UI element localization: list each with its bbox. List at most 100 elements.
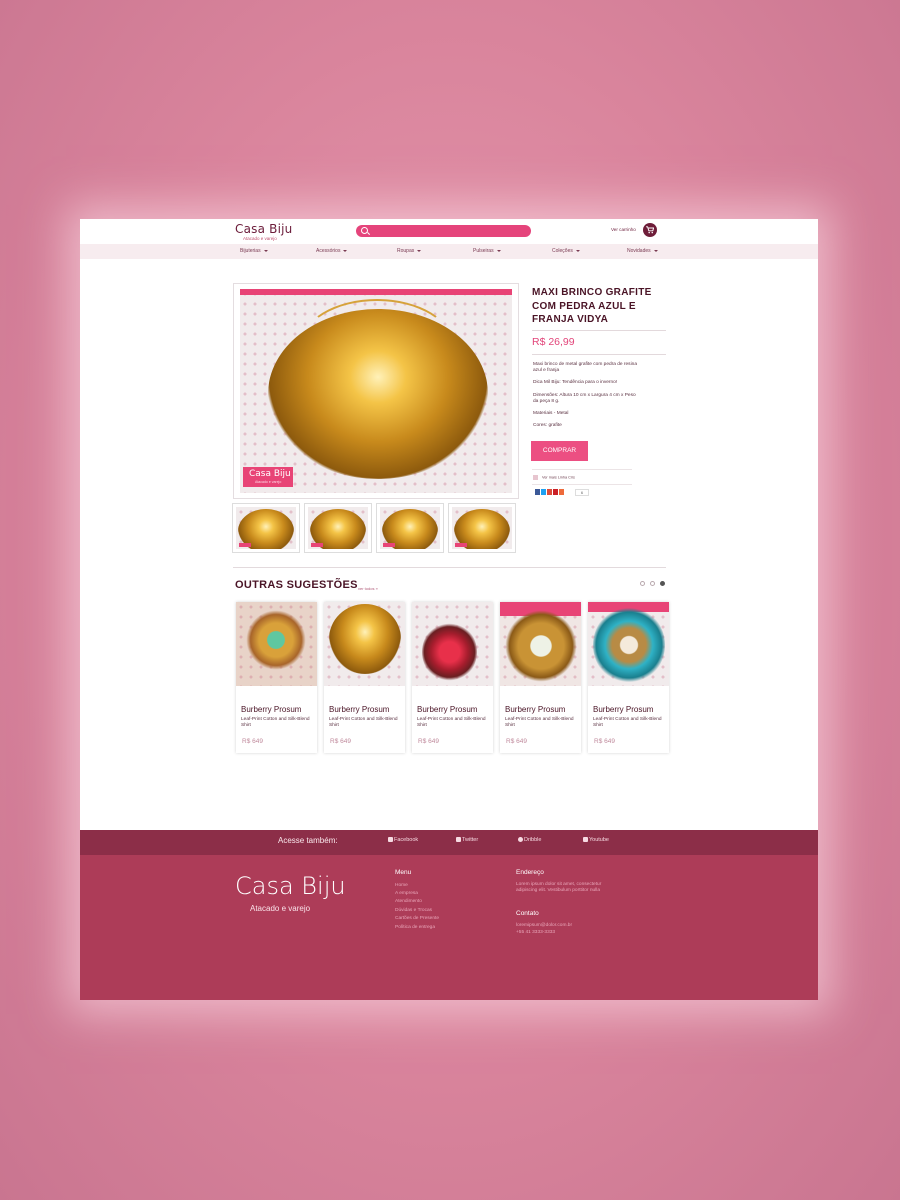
product-title: MAXI BRINCO GRAFITE COM PEDRA AZUL E FRA… <box>532 287 652 325</box>
nav-item-bijuterias[interactable]: Bijuterias <box>240 248 268 254</box>
thumbnail-4[interactable] <box>448 503 516 553</box>
product-card[interactable]: Burberry Prosum Leaf-Print Cotton and Si… <box>412 602 493 753</box>
footer-access-label: Acesse também: <box>278 836 338 845</box>
product-card-image <box>324 602 405 686</box>
product-card-price: R$ 649 <box>330 738 351 745</box>
product-card-desc: Leaf-Print Cotton and Silk-Blend Shirt <box>505 717 574 728</box>
product-thumbnails <box>232 503 518 553</box>
footer-address-title: Endereço <box>516 869 544 876</box>
product-description: Maxi brinco de metal grafite com pedra d… <box>533 362 637 373</box>
browser-page: Casa Biju Atacado e varejo Ver carrinho … <box>80 219 818 1000</box>
photo-watermark: Casa Biju Atacado e varejo <box>243 467 293 487</box>
footer-menu-duvidas[interactable]: Dúvidas e Trocas <box>395 908 432 914</box>
footer-contact-title: Contato <box>516 910 539 917</box>
more-share-icon[interactable] <box>559 489 564 495</box>
section-divider <box>233 567 666 568</box>
twitter-share-icon[interactable] <box>541 489 546 495</box>
facebook-icon <box>388 837 393 842</box>
product-card-desc: Leaf-Print Cotton and Silk-Blend Shirt <box>241 717 310 728</box>
product-card[interactable]: Burberry Prosum Leaf-Print Cotton and Si… <box>500 602 581 753</box>
collection-icon <box>533 475 538 480</box>
product-card-desc: Leaf-Print Cotton and Silk-Blend Shirt <box>593 717 662 728</box>
product-card[interactable]: Burberry Prosum Leaf-Print Cotton and Si… <box>236 602 317 753</box>
carousel-dot-1[interactable] <box>640 581 645 586</box>
buy-button[interactable]: COMPRAR <box>531 441 588 461</box>
footer-dribble-link[interactable]: Dribble <box>518 837 541 843</box>
product-card-name: Burberry Prosum <box>329 705 390 714</box>
suggestions-title: OUTRAS SUGESTÕES <box>235 579 358 591</box>
footer-social-bar: Acesse também: Facebook Twitter Dribble … <box>80 830 818 855</box>
footer-logo-tagline: Atacado e varejo <box>250 904 311 913</box>
site-logo[interactable]: Casa Biju <box>235 222 292 236</box>
see-all-link[interactable]: ver todos » <box>358 586 378 591</box>
footer-address: Lorem ipsum dolor sit amet, consectetur … <box>516 882 602 893</box>
product-card-price: R$ 649 <box>418 738 439 745</box>
site-header: Casa Biju Atacado e varejo Ver carrinho <box>80 219 818 244</box>
nav-item-novidades[interactable]: Novidades <box>627 248 658 254</box>
share-count: 6 <box>575 489 589 496</box>
main-nav: Bijuterias Acessórios Roupas Pulseiras C… <box>80 244 818 259</box>
product-card-image <box>588 602 669 686</box>
product-card-image <box>500 602 581 686</box>
product-card-image <box>236 602 317 686</box>
search-icon <box>361 227 368 234</box>
divider <box>532 469 632 470</box>
thumbnail-1[interactable] <box>232 503 300 553</box>
product-colors: Cores: grafite <box>533 423 562 428</box>
footer-menu-empresa[interactable]: A empresa <box>395 891 418 897</box>
cart-button[interactable] <box>643 223 657 237</box>
product-card[interactable]: Burberry Prosum Leaf-Print Cotton and Si… <box>324 602 405 753</box>
product-price: R$ 26,99 <box>532 336 575 348</box>
product-materials: Materiais - Metal <box>533 411 569 416</box>
product-photo <box>240 289 512 493</box>
thumbnail-2[interactable] <box>304 503 372 553</box>
nav-item-colecoes[interactable]: Coleções <box>552 248 580 254</box>
product-card-desc: Leaf-Print Cotton and Silk-Blend Shirt <box>329 717 398 728</box>
nav-item-roupas[interactable]: Roupas <box>397 248 421 254</box>
product-card-name: Burberry Prosum <box>505 705 566 714</box>
product-tip: Dica Mil Biju: Tendência para o inverno! <box>533 380 618 385</box>
nav-item-acessorios[interactable]: Acessórios <box>316 248 347 254</box>
site-logo-tagline: Atacado e varejo <box>243 236 277 241</box>
product-main-image[interactable]: Casa Biju Atacado e varejo <box>233 283 519 499</box>
product-card-price: R$ 649 <box>594 738 615 745</box>
facebook-share-icon[interactable] <box>535 489 540 495</box>
footer-phone: +55 41 3333-3333 <box>516 930 556 935</box>
product-card-price: R$ 649 <box>242 738 263 745</box>
carousel-dot-2[interactable] <box>650 581 655 586</box>
product-card-image <box>412 602 493 686</box>
cart-link[interactable]: Ver carrinho <box>611 227 636 232</box>
nav-item-pulseiras[interactable]: Pulseiras <box>473 248 501 254</box>
search-input[interactable] <box>356 225 531 237</box>
cart-icon <box>646 226 654 234</box>
product-dimensions: Dimensões: Altura 10 cm x Largura 4 cm x… <box>533 393 636 404</box>
dribbble-icon <box>518 837 523 842</box>
see-more-link[interactable]: Ver mais Linha Cris <box>533 475 575 480</box>
product-card[interactable]: Burberry Prosum Leaf-Print Cotton and Si… <box>588 602 669 753</box>
product-card-name: Burberry Prosum <box>593 705 654 714</box>
googleplus-share-icon[interactable] <box>547 489 552 495</box>
carousel-dot-3[interactable] <box>660 581 665 586</box>
footer-twitter-link[interactable]: Twitter <box>456 837 478 843</box>
footer-menu-cartoes[interactable]: Cartões de Presente <box>395 916 439 922</box>
product-card-desc: Leaf-Print Cotton and Silk-Blend Shirt <box>417 717 486 728</box>
thumbnail-3[interactable] <box>376 503 444 553</box>
divider <box>532 330 666 331</box>
footer-email[interactable]: loremipsum@dolor.com.br <box>516 923 572 929</box>
product-card-name: Burberry Prosum <box>241 705 302 714</box>
footer-menu-entrega[interactable]: Política de entrega <box>395 925 435 931</box>
product-card-name: Burberry Prosum <box>417 705 478 714</box>
footer-youtube-link[interactable]: Youtube <box>583 837 609 843</box>
footer-menu-home[interactable]: Home <box>395 883 408 889</box>
footer-logo: Casa Biju <box>235 872 346 900</box>
footer-menu-title: Menu <box>395 869 412 876</box>
divider <box>532 354 666 355</box>
divider <box>532 484 632 485</box>
product-card-price: R$ 649 <box>506 738 527 745</box>
footer-facebook-link[interactable]: Facebook <box>388 837 418 843</box>
footer-menu-atendimento[interactable]: Atendimento <box>395 899 422 905</box>
youtube-icon <box>583 837 588 842</box>
footer: Casa Biju Atacado e varejo Menu Home A e… <box>80 855 818 1000</box>
twitter-icon <box>456 837 461 842</box>
pinterest-share-icon[interactable] <box>553 489 558 495</box>
